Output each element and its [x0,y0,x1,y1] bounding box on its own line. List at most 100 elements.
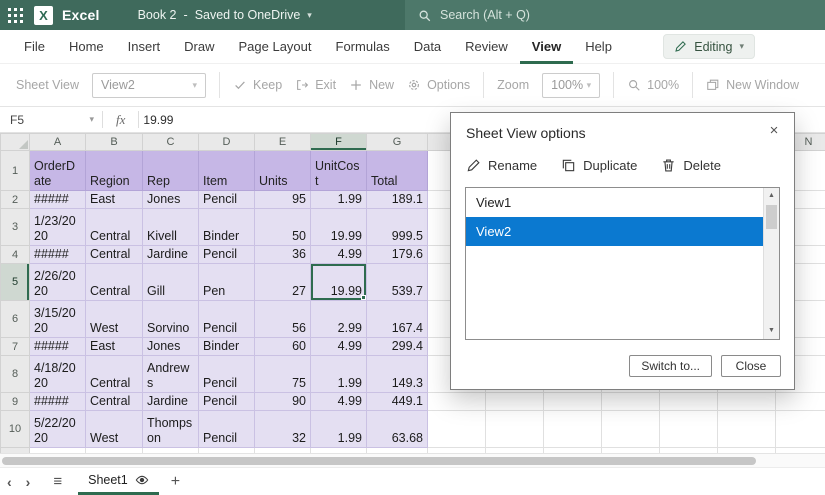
cell-E5[interactable]: 27 [255,264,311,301]
app-launcher-button[interactable] [0,0,30,30]
cell-J9[interactable] [544,393,602,411]
duplicate-button[interactable]: Duplicate [561,158,637,173]
row-header-8[interactable]: 8 [1,356,30,393]
tab-insert[interactable]: Insert [116,30,173,64]
cell-B9[interactable]: Central [86,393,143,411]
column-header-G[interactable]: G [367,134,428,151]
formula-input[interactable]: 19.99 [139,113,173,127]
cell-A9[interactable]: ##### [30,393,86,411]
cell-D2[interactable]: Pencil [199,191,255,209]
cell-F4[interactable]: 4.99 [311,246,367,264]
row-header-10[interactable]: 10 [1,411,30,448]
cell-F8[interactable]: 1.99 [311,356,367,393]
cell-G4[interactable]: 179.6 [367,246,428,264]
tab-page-layout[interactable]: Page Layout [227,30,324,64]
cell-J10[interactable] [544,411,602,448]
cell-D5[interactable]: Pen [199,264,255,301]
sheet-view-select[interactable]: View2 ▾ [92,73,206,98]
cell-E6[interactable]: 56 [255,301,311,338]
row-header-9[interactable]: 9 [1,393,30,411]
new-view-button[interactable]: New [349,78,394,92]
cell-C5[interactable]: Gill [143,264,199,301]
cell-G2[interactable]: 189.1 [367,191,428,209]
cell-A1[interactable]: OrderDate [30,151,86,191]
next-sheet-button[interactable]: › [19,474,38,490]
column-header-B[interactable]: B [86,134,143,151]
cell-N9[interactable] [776,393,825,411]
scroll-down-icon[interactable]: ▼ [764,324,779,338]
scroll-up-icon[interactable]: ▲ [764,189,779,203]
document-title-button[interactable]: Book 2 - Saved to OneDrive ▾ [138,8,312,22]
cell-A4[interactable]: ##### [30,246,86,264]
column-header-A[interactable]: A [30,134,86,151]
cell-A10[interactable]: 5/22/2020 [30,411,86,448]
all-sheets-menu-icon[interactable]: ≡ [53,473,62,490]
cell-F1[interactable]: UnitCost [311,151,367,191]
cell-G7[interactable]: 299.4 [367,338,428,356]
cell-N10[interactable] [776,411,825,448]
tab-view[interactable]: View [520,30,573,64]
cell-B7[interactable]: East [86,338,143,356]
zoom-100-button[interactable]: 100% [627,78,679,92]
tab-formulas[interactable]: Formulas [324,30,402,64]
cell-E4[interactable]: 36 [255,246,311,264]
column-header-E[interactable]: E [255,134,311,151]
rename-button[interactable]: Rename [466,158,537,173]
cell-G3[interactable]: 999.5 [367,209,428,246]
cell-B1[interactable]: Region [86,151,143,191]
cell-D6[interactable]: Pencil [199,301,255,338]
cell-D1[interactable]: Item [199,151,255,191]
cell-D10[interactable]: Pencil [199,411,255,448]
exit-button[interactable]: Exit [295,78,336,92]
tab-review[interactable]: Review [453,30,520,64]
prev-sheet-button[interactable]: ‹ [0,474,19,490]
switch-to-button[interactable]: Switch to... [629,355,712,377]
cell-G9[interactable]: 449.1 [367,393,428,411]
column-header-F[interactable]: F [311,134,367,151]
list-item-view2[interactable]: View2 [466,217,763,246]
zoom-select[interactable]: 100% ▾ [542,73,600,98]
editing-button[interactable]: Editing ▾ [663,34,755,59]
cell-F6[interactable]: 2.99 [311,301,367,338]
close-button[interactable]: Close [721,355,781,377]
horizontal-scrollbar-thumb[interactable] [2,457,756,465]
tab-data[interactable]: Data [402,30,453,64]
row-header-4[interactable]: 4 [1,246,30,264]
cell-B3[interactable]: Central [86,209,143,246]
cell-G1[interactable]: Total [367,151,428,191]
cell-D8[interactable]: Pencil [199,356,255,393]
cell-E9[interactable]: 90 [255,393,311,411]
row-header-1[interactable]: 1 [1,151,30,191]
cell-D4[interactable]: Pencil [199,246,255,264]
cell-G8[interactable]: 149.3 [367,356,428,393]
row-header-5[interactable]: 5 [1,264,30,301]
tab-draw[interactable]: Draw [172,30,226,64]
cell-B8[interactable]: Central [86,356,143,393]
row-header-7[interactable]: 7 [1,338,30,356]
cell-C2[interactable]: Jones [143,191,199,209]
row-header-6[interactable]: 6 [1,301,30,338]
listbox-scrollbar[interactable]: ▲ ▼ [763,188,779,339]
cell-C7[interactable]: Jones [143,338,199,356]
cell-H9[interactable] [428,393,486,411]
cell-E2[interactable]: 95 [255,191,311,209]
list-item-view1[interactable]: View1 [466,188,763,217]
cell-E7[interactable]: 60 [255,338,311,356]
cell-A3[interactable]: 1/23/2020 [30,209,86,246]
cell-B10[interactable]: West [86,411,143,448]
cell-E1[interactable]: Units [255,151,311,191]
new-window-button[interactable]: New Window [706,78,799,92]
cell-C4[interactable]: Jardine [143,246,199,264]
cell-M10[interactable] [718,411,776,448]
cell-F7[interactable]: 4.99 [311,338,367,356]
add-sheet-button[interactable]: + [171,473,180,491]
cell-G10[interactable]: 63.68 [367,411,428,448]
cell-B5[interactable]: Central [86,264,143,301]
cell-D7[interactable]: Binder [199,338,255,356]
row-header-2[interactable]: 2 [1,191,30,209]
cell-C1[interactable]: Rep [143,151,199,191]
tab-home[interactable]: Home [57,30,116,64]
keep-button[interactable]: Keep [233,78,282,92]
cell-H10[interactable] [428,411,486,448]
dialog-close-icon[interactable]: × [763,120,785,142]
